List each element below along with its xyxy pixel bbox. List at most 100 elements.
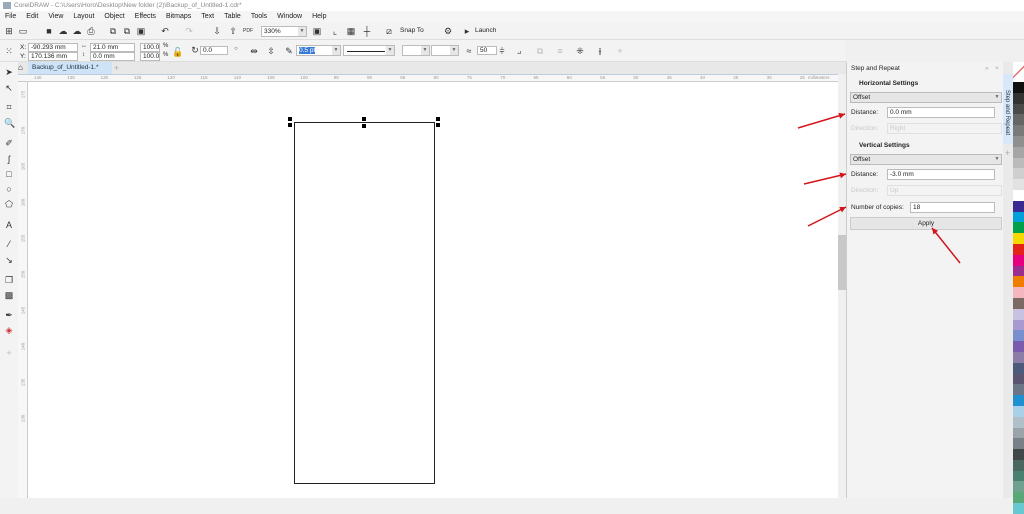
vertical-distance-input[interactable]: -3.0 mm [887,169,995,180]
color-swatch[interactable] [1013,459,1024,471]
new-tab-icon[interactable]: + [114,63,119,73]
grid-icon[interactable]: ▦ [346,26,356,36]
menu-file[interactable]: File [0,11,21,22]
snap-to-dropdown[interactable]: Snap To [400,27,424,34]
horizontal-ruler[interactable]: 140 135 130 125 120 115 110 105 100 95 90 85 80 75 70 6… [18,74,838,82]
horizontal-distance-input[interactable]: 0.0 mm [887,107,995,118]
combine-icon[interactable]: ⧉ [535,46,545,56]
rectangle-tool-icon[interactable]: □ [4,169,14,179]
launch-dropdown[interactable]: Launch [475,27,496,34]
color-swatch[interactable] [1013,427,1024,439]
zoom-tool-icon[interactable]: 🔍 [4,118,15,128]
horizontal-direction-dropdown[interactable]: Right [887,123,1002,134]
rulers-icon[interactable]: ⌞ [330,26,340,36]
color-swatch[interactable] [1013,438,1024,450]
add-icon[interactable]: + [615,46,625,56]
home-icon[interactable]: ⌂ [18,63,23,72]
smoothing-input[interactable]: 50 [477,46,497,55]
scale-x-input[interactable]: 100.0 [140,43,160,52]
save-icon[interactable]: ■ [44,26,54,36]
scale-y-input[interactable]: 100.0 [140,52,160,61]
add-tool-icon[interactable]: + [4,348,14,358]
menu-object[interactable]: Object [99,11,129,22]
text-tool-icon[interactable]: A [4,220,14,230]
color-swatch[interactable] [1013,351,1024,363]
expand-icon[interactable]: » [985,65,989,72]
scrollbar-thumb[interactable] [838,235,846,290]
y-position-input[interactable]: 170.136 mm [28,52,78,61]
selection-handle[interactable] [362,117,366,121]
tab-document[interactable]: Backup_of_Untitled-1.* [28,62,112,74]
cut-icon[interactable]: ⧉ [108,26,118,36]
paste-icon[interactable]: ▣ [136,26,146,36]
color-swatch[interactable] [1013,481,1024,493]
no-color-swatch[interactable] [1013,62,1024,82]
drop-shadow-icon[interactable]: ❐ [4,275,14,285]
color-swatch[interactable] [1013,287,1024,298]
horizontal-mode-dropdown[interactable]: Offset ▼ [850,92,1002,103]
vertical-scrollbar[interactable] [838,82,846,498]
menu-view[interactable]: View [43,11,68,22]
add-docker-icon[interactable]: + [1005,148,1010,158]
align-icon[interactable]: ≡ [555,46,565,56]
color-swatch[interactable] [1013,92,1024,104]
distribute-icon[interactable]: ⁜ [575,46,585,56]
cloud-upload-icon[interactable]: ☁ [72,26,82,36]
menu-text[interactable]: Text [196,11,219,22]
tab-step-and-repeat[interactable]: Step and Repeat [1003,74,1013,144]
copies-input[interactable]: 18 [910,202,995,213]
snap-icon[interactable]: ⧄ [384,26,394,36]
color-swatch[interactable] [1013,125,1024,136]
color-swatch[interactable] [1013,308,1024,320]
pick-tool-icon[interactable]: ➤ [4,67,14,77]
spacing-icon[interactable]: ⫲ [595,46,605,56]
reference-point-icon[interactable]: ⁙ [4,46,14,56]
color-swatch[interactable] [1013,362,1024,374]
line-style-dropdown[interactable]: ▼ [343,45,395,56]
menu-window[interactable]: Window [272,11,307,22]
color-swatch[interactable] [1013,330,1024,342]
color-swatch[interactable] [1013,82,1024,93]
polygon-tool-icon[interactable]: ⬠ [4,199,14,209]
color-swatch[interactable] [1013,405,1024,417]
close-icon[interactable]: × [995,65,999,72]
open-icon[interactable]: ▭ [18,26,28,36]
color-swatch[interactable] [1013,179,1024,190]
color-swatch[interactable] [1013,233,1024,244]
color-swatch[interactable] [1013,146,1024,158]
selected-rectangle[interactable] [294,122,435,484]
full-screen-icon[interactable]: ▣ [312,26,322,36]
copy-icon[interactable]: ⧉ [122,26,132,36]
mirror-horizontal-icon[interactable]: ⇹ [249,46,259,56]
start-arrowhead-dropdown[interactable]: ▼ [402,45,430,56]
menu-bitmaps[interactable]: Bitmaps [161,11,196,22]
vertical-ruler[interactable]: 175 170 165 160 155 150 145 140 135 130 [18,82,28,498]
rotation-input[interactable]: 0.0 [200,46,228,55]
shape-tool-icon[interactable]: ↖ [4,83,14,93]
options-gear-icon[interactable]: ⚙ [443,26,453,36]
crop-tool-icon[interactable]: ⌗ [4,102,14,112]
connector-tool-icon[interactable]: ↘ [4,255,14,265]
color-swatch[interactable] [1013,276,1024,288]
guidelines-icon[interactable]: ┼ [362,26,372,36]
color-swatch[interactable] [1013,103,1024,115]
dimension-tool-icon[interactable]: ⁄ [4,239,14,249]
menu-layout[interactable]: Layout [68,11,99,22]
menu-effects[interactable]: Effects [130,11,161,22]
transparency-icon[interactable]: ▩ [4,290,14,300]
selection-handle[interactable] [436,117,440,121]
vertical-settings-heading[interactable]: Vertical Settings [859,142,910,149]
color-swatch[interactable] [1013,135,1024,147]
color-swatch[interactable] [1013,384,1024,396]
export-icon[interactable]: ⇧ [228,26,238,36]
selection-handle[interactable] [288,117,292,121]
vertical-direction-dropdown[interactable]: Up [887,185,1002,196]
apply-button[interactable]: Apply [850,217,1002,230]
drawing-canvas[interactable] [28,82,838,498]
freehand-tool-icon[interactable]: ✐ [4,138,14,148]
selection-handle[interactable] [362,124,366,128]
x-position-input[interactable]: -90.293 mm [28,43,78,52]
selection-handle[interactable] [436,123,440,127]
color-swatch[interactable] [1013,200,1024,212]
horizontal-settings-heading[interactable]: Horizontal Settings [859,80,918,87]
